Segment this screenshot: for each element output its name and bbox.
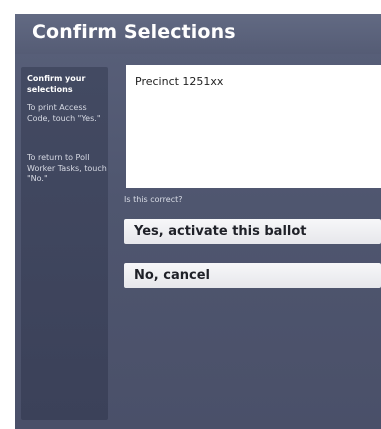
page-title: Confirm Selections (32, 21, 236, 43)
activate-ballot-button[interactable]: Yes, activate this ballot (124, 219, 381, 244)
title-bar: Confirm Selections (15, 14, 381, 54)
instructions-panel: Confirm your selections To print Access … (21, 67, 108, 420)
print-instructions: To print Access Code, touch "Yes." (27, 103, 101, 123)
confirm-selections-screen: Confirm Selections Confirm your selectio… (15, 14, 381, 429)
selection-summary-box: Precinct 1251xx (126, 65, 381, 188)
cancel-button[interactable]: No, cancel (124, 263, 381, 288)
precinct-selection: Precinct 1251xx (135, 75, 224, 88)
confirm-question: Is this correct? (124, 195, 183, 204)
return-instructions: To return to Poll Worker Tasks, touch "N… (27, 153, 107, 183)
instructions-heading: Confirm your selections (27, 74, 86, 94)
